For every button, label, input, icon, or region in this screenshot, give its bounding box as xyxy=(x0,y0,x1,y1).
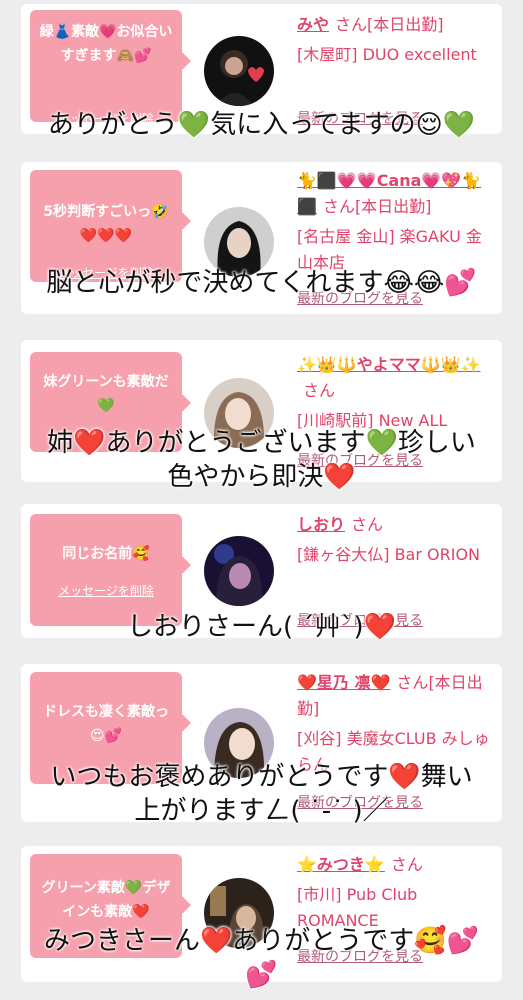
honorific: さん xyxy=(396,673,429,692)
message-bubble: 緑👗素敵💗お似合いすぎます🙈💕 メッセージを削除 xyxy=(30,10,191,126)
reply-caption: しおりさーん( ˊ艸ˋ)❤️ xyxy=(127,612,396,642)
honorific: さん xyxy=(303,381,336,400)
cast-info: ✨👑🔱やよママ🔱👑✨さん [川崎駅前] New ALL xyxy=(297,352,493,434)
message-text: 同じお名前🥰 xyxy=(62,546,150,562)
honorific: さん xyxy=(322,197,355,216)
message-list-page: 緑👗素敵💗お似合いすぎます🙈💕 メッセージを削除 みや さん[本日出勤] [木屋町… xyxy=(0,0,523,1000)
work-status: [本日出勤] xyxy=(354,197,432,216)
delete-message-link[interactable]: メッセージを削除 xyxy=(30,582,182,599)
avatar[interactable] xyxy=(204,36,274,106)
cast-info: みや さん[本日出勤] [木屋町] DUO excellent xyxy=(297,12,493,68)
avatar[interactable] xyxy=(204,536,274,606)
message-text: 5秒判断すごいっ🤣❤️❤️❤️ xyxy=(43,204,169,244)
message-text: 妹グリーンも素敵だ💚 xyxy=(43,374,169,414)
cast-info: しおり さん [鎌ヶ谷大仏] Bar ORION xyxy=(297,512,493,568)
avatar-photo-icon xyxy=(204,36,274,106)
reply-caption: いつもお褒めありがとうです❤️舞い 上がりますㄥ( ˙-˙ )／ xyxy=(50,762,473,826)
shop-name: [鎌ヶ谷大仏] Bar ORION xyxy=(297,545,481,564)
cast-info: ⭐️みつき⭐️ さん [市川] Pub Club ROMANCE xyxy=(297,852,493,934)
work-status: [本日出勤] xyxy=(367,15,444,34)
cast-name-link[interactable]: みや xyxy=(297,15,329,34)
reply-caption: ありがとう💚気に入ってますの😌💚 xyxy=(47,110,476,140)
reply-caption: みつきさーん❤️ありがとうです🥰💕 💕 xyxy=(43,926,480,990)
cast-name-link[interactable]: ❤️星乃 凛❤️ xyxy=(297,673,390,692)
cast-name-link[interactable]: しおり xyxy=(297,515,345,534)
avatar-photo-icon xyxy=(204,536,274,606)
shop-name: [木屋町] DUO excellent xyxy=(297,45,477,64)
cast-name-link[interactable]: ⭐️みつき⭐️ xyxy=(297,855,385,874)
message-text: グリーン素敵💚デザインも素敵❤️ xyxy=(41,880,171,920)
honorific: さん xyxy=(335,15,368,34)
cast-info: 🐈⬛💗💗Cana💗💖🐈⬛ さん[本日出勤] [名古屋 金山] 楽GAKU 金山本店 xyxy=(297,168,493,276)
honorific: さん xyxy=(390,855,423,874)
message-text: 緑👗素敵💗お似合いすぎます🙈💕 xyxy=(39,24,173,64)
reply-caption: 姉❤️ありがとうございます💚珍しい 色やから即決❤️ xyxy=(47,428,476,492)
reply-caption: 脳と心が秒で決めてくれます😂😂💕 xyxy=(46,268,477,298)
cast-name-link[interactable]: ✨👑🔱やよママ🔱👑✨ xyxy=(297,355,481,374)
message-text: ドレスも凄く素敵っ😍💕 xyxy=(43,704,169,744)
honorific: さん xyxy=(351,515,384,534)
